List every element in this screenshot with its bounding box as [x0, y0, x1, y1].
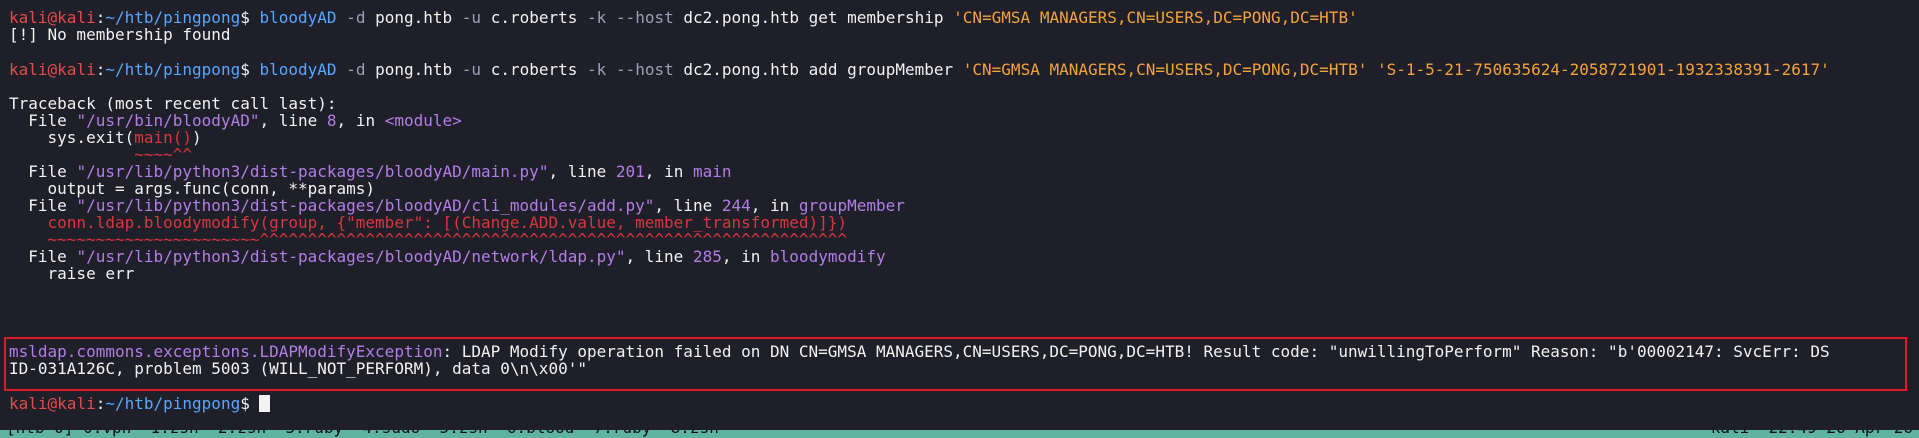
output-no-membership: [!] No membership found: [9, 25, 231, 44]
cmd-action: add groupMember: [808, 60, 954, 79]
frame-line-number: 8: [326, 111, 337, 130]
cmd-opt: -u: [461, 8, 482, 27]
prompt-dollar: $: [240, 60, 250, 79]
cmd-arg: pong.htb: [375, 60, 453, 79]
cmd-opt: -u: [461, 60, 482, 79]
prompt-dollar: $: [240, 8, 250, 27]
frame-function: main: [692, 162, 732, 181]
prompt-path: ~/htb/pingpong: [105, 394, 241, 413]
traceback-frame-4: File "/usr/lib/python3/dist-packages/blo…: [9, 246, 886, 267]
prompt-colon: :: [95, 394, 106, 413]
cmd-opt: --host: [615, 60, 674, 79]
cmd-action: get membership: [808, 8, 944, 27]
traceback-code-4: raise err: [9, 264, 135, 283]
exception-line-second: ID-031A126C, problem 5003 (WILL_NOT_PERF…: [9, 359, 587, 378]
cmd-arg: c.roberts: [490, 8, 578, 27]
cmd-opt: -d: [346, 60, 366, 79]
command-line-2: kali@kali:~/htb/pingpong$ bloodyAD -d po…: [9, 59, 1830, 80]
cmd-sid-arg: 'S-1-5-21-750635624-2058721901-193233839…: [1376, 60, 1830, 79]
prompt-path: ~/htb/pingpong: [105, 60, 241, 79]
code-text: ): [192, 128, 202, 147]
cmd-string-arg: 'CN=GMSA MANAGERS,CN=USERS,DC=PONG,DC=HT…: [953, 8, 1358, 27]
cmd-string-arg: 'CN=GMSA MANAGERS,CN=USERS,DC=PONG,DC=HT…: [962, 60, 1368, 79]
tmux-window-list[interactable]: [htb 0] 0:vpn- 1:zsh 2:zsh 3:ruby 4:sudo…: [6, 430, 728, 438]
prompt-host: kali: [57, 60, 96, 79]
frame-label: , line: [259, 111, 327, 130]
prompt-at: @: [47, 60, 58, 79]
terminal-window[interactable]: kali@kali:~/htb/pingpong$ bloodyAD -d po…: [0, 0, 1919, 430]
text-cursor[interactable]: [259, 395, 271, 412]
cmd-arg: c.roberts: [490, 60, 578, 79]
cmd-arg: dc2.pong.htb: [683, 8, 799, 27]
cmd-opt: -k: [587, 60, 607, 79]
frame-function: <module>: [384, 111, 462, 130]
tmux-status-bar: [htb 0] 0:vpn- 1:zsh 2:zsh 3:ruby 4:sudo…: [0, 430, 1919, 438]
frame-label: , line: [548, 162, 616, 181]
cmd-opt: -k: [587, 8, 607, 27]
prompt-host: kali: [57, 394, 96, 413]
frame-label: , in: [336, 111, 385, 130]
cmd-arg: dc2.pong.htb: [683, 60, 799, 79]
frame-path: "/usr/lib/python3/dist-packages/bloodyAD…: [76, 247, 626, 266]
frame-label: , in: [721, 247, 771, 266]
cmd-prog: bloodyAD: [259, 60, 337, 79]
frame-line-number: 201: [615, 162, 645, 181]
prompt-user: kali: [9, 60, 48, 79]
frame-line-number: 285: [692, 247, 722, 266]
prompt-user: kali: [9, 394, 48, 413]
command-line-3[interactable]: kali@kali:~/htb/pingpong$: [9, 393, 271, 414]
prompt-colon: :: [95, 60, 106, 79]
prompt-at: @: [47, 394, 58, 413]
cmd-opt: -d: [346, 8, 366, 27]
cmd-opt: --host: [615, 8, 674, 27]
frame-label: , in: [644, 162, 693, 181]
tmux-status-right: "kali" 22:49 26-Apr-26: [1701, 430, 1913, 438]
exception-message-1: : LDAP Modify operation failed on DN CN=…: [442, 342, 1830, 361]
cmd-prog: bloodyAD: [259, 8, 337, 27]
cmd-arg: pong.htb: [375, 8, 453, 27]
prompt-dollar: $: [240, 394, 250, 413]
frame-function: bloodymodify: [770, 247, 886, 266]
frame-label: , line: [625, 247, 693, 266]
